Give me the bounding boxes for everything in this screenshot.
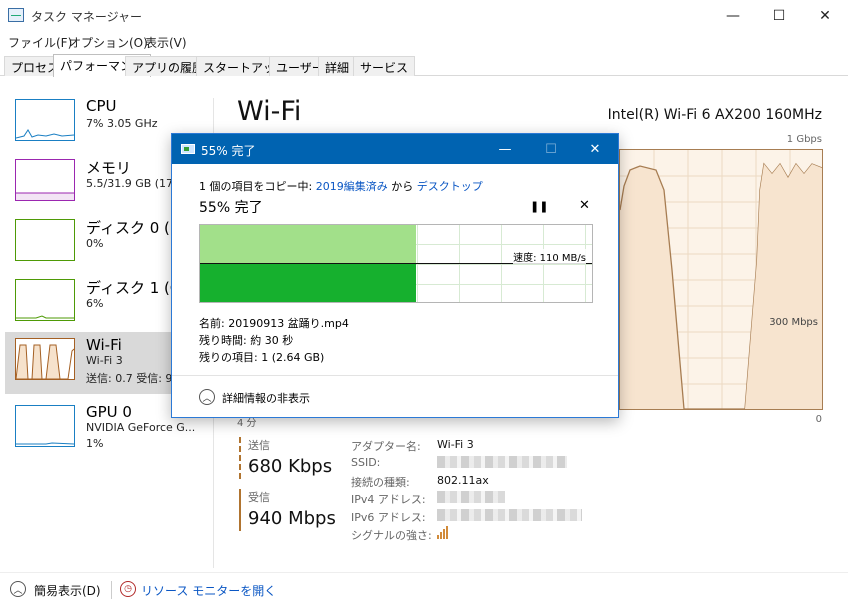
- dialog-title-bar: 55% 完了 — ☐ ✕: [172, 134, 618, 164]
- copy-description: 1 個の項目をコピー中: 2019編集済み から デスクトップ: [199, 178, 483, 194]
- destination-link[interactable]: デスクトップ: [417, 180, 483, 193]
- send-value: 680 Kbps: [248, 456, 333, 477]
- sidebar-title: メモリ: [86, 159, 132, 177]
- sidebar-detail: 1%: [86, 437, 104, 450]
- items-remaining: 残りの項目: 1 (2.64 GB): [199, 351, 325, 364]
- copy-dialog: 55% 完了 — ☐ ✕ 1 個の項目をコピー中: 2019編集済み から デス…: [171, 133, 619, 418]
- page-title: Wi-Fi: [237, 96, 302, 127]
- sidebar-title: CPU: [86, 97, 117, 115]
- close-button[interactable]: ✕: [802, 0, 848, 31]
- throughput-graph: [619, 149, 823, 410]
- progress-percent: 55% 完了: [199, 200, 263, 216]
- footer: ︿ 簡易表示(D) ◷ リソース モニターを開く: [0, 572, 848, 614]
- dialog-close-button[interactable]: ✕: [572, 134, 618, 164]
- detail-value: 802.11ax: [437, 474, 489, 487]
- chevron-up-icon[interactable]: ︿: [199, 389, 215, 405]
- graph-zero-label: 0: [815, 414, 822, 425]
- copy-icon: [181, 144, 195, 154]
- sidebar-title: Wi-Fi: [86, 336, 122, 354]
- sidebar-title: GPU 0: [86, 403, 132, 421]
- sidebar-detail: NVIDIA GeForce G...: [86, 421, 196, 434]
- minimize-button[interactable]: —: [710, 0, 756, 31]
- disk0-thumbnail: [15, 219, 75, 261]
- signal-strength-icon: [437, 525, 451, 539]
- menu-options[interactable]: オプション(O): [69, 34, 148, 51]
- speed-fill: [200, 264, 416, 302]
- redacted-ipv6: [437, 509, 582, 521]
- dialog-separator: [172, 375, 618, 376]
- maximize-button[interactable]: ☐: [756, 0, 802, 31]
- fewer-info-button[interactable]: 詳細情報の非表示: [222, 390, 310, 406]
- memory-thumbnail: [15, 159, 75, 201]
- receive-label: 受信: [248, 491, 270, 504]
- graph-mid-label: 300 Mbps: [769, 317, 818, 328]
- tab-bar: プロセス パフォーマンス アプリの履歴 スタートアップ ユーザー 詳細 サービス: [0, 54, 848, 77]
- dialog-title: 55% 完了: [201, 144, 256, 158]
- gpu-thumbnail: [15, 405, 75, 447]
- resource-monitor-link[interactable]: リソース モニターを開く: [141, 582, 276, 599]
- send-label: 送信: [248, 439, 270, 452]
- fewer-details-button[interactable]: 簡易表示(D): [34, 582, 101, 599]
- sidebar-detail: 7% 3.05 GHz: [86, 117, 158, 130]
- footer-divider: [111, 581, 112, 599]
- cpu-thumbnail: [15, 99, 75, 141]
- copy-middle: から: [387, 180, 417, 193]
- redacted-ssid: [437, 456, 567, 468]
- chevron-up-icon[interactable]: ︿: [10, 581, 26, 597]
- source-link[interactable]: 2019編集済み: [316, 180, 388, 193]
- pause-button[interactable]: ❚❚: [530, 200, 548, 213]
- title-bar: タスク マネージャー — ☐ ✕: [0, 0, 848, 31]
- tab-services[interactable]: サービス: [353, 56, 416, 76]
- cancel-button[interactable]: ✕: [579, 198, 590, 213]
- dialog-minimize-button[interactable]: —: [482, 134, 528, 164]
- menu-file[interactable]: ファイル(F): [8, 34, 72, 51]
- menu-view[interactable]: 表示(V): [145, 34, 187, 51]
- detail-label: IPv4 アドレス:: [351, 493, 426, 506]
- detail-label: SSID:: [351, 456, 381, 469]
- send-indicator: [239, 437, 241, 479]
- file-name: 名前: 20190913 盆踊り.mp4: [199, 317, 349, 330]
- graph-max-label: 1 Gbps: [786, 134, 822, 145]
- window-title: タスク マネージャー: [31, 10, 142, 24]
- resource-monitor-icon: ◷: [120, 581, 136, 597]
- copy-prefix: 1 個の項目をコピー中:: [199, 180, 316, 193]
- copy-progress-graph: 速度: 110 MB/s: [199, 224, 593, 303]
- receive-value: 940 Mbps: [248, 508, 336, 529]
- detail-label: 接続の種類:: [351, 476, 410, 489]
- wifi-thumbnail: [15, 338, 75, 380]
- adapter-name: Intel(R) Wi-Fi 6 AX200 160MHz: [607, 107, 822, 123]
- time-remaining: 残り時間: 約 30 秒: [199, 334, 294, 347]
- detail-value: Wi-Fi 3: [437, 438, 474, 451]
- disk1-thumbnail: [15, 279, 75, 321]
- task-manager-icon: [8, 8, 24, 22]
- speed-label: 速度: 110 MB/s: [513, 249, 586, 264]
- dialog-maximize-button: ☐: [545, 141, 557, 157]
- receive-indicator: [239, 489, 241, 531]
- detail-label: アダプター名:: [351, 440, 421, 453]
- detail-label: IPv6 アドレス:: [351, 511, 426, 524]
- detail-label: シグナルの強さ:: [351, 529, 432, 542]
- redacted-ipv4: [437, 491, 505, 503]
- menu-bar: ファイル(F) オプション(O) 表示(V): [0, 31, 848, 52]
- tab-details[interactable]: 詳細: [318, 56, 357, 76]
